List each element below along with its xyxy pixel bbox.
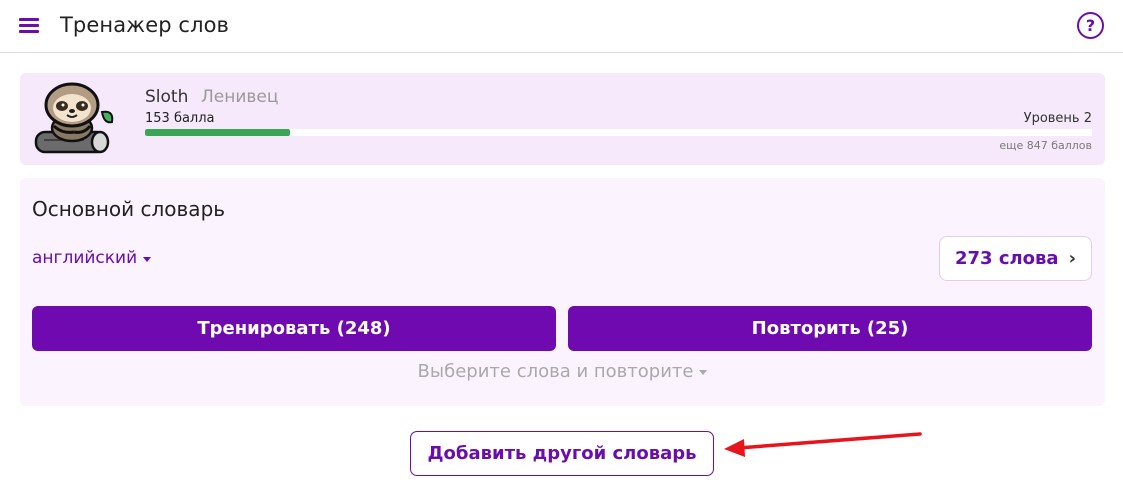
language-label: английский	[32, 248, 138, 268]
app-title: Тренажер слов	[60, 13, 230, 37]
train-button[interactable]: Тренировать (248)	[32, 306, 556, 351]
profile-card: Sloth Ленивец 153 балла Уровень 2 еще 84…	[20, 73, 1105, 165]
caret-down-icon	[699, 370, 708, 375]
level-progress-bar	[145, 129, 1092, 136]
chevron-right-icon: ›	[1068, 248, 1077, 269]
top-bar: Тренажер слов ?	[0, 0, 1123, 53]
words-count-label: 273 слова	[954, 248, 1059, 269]
dictionary-title: Основной словарь	[32, 197, 226, 221]
dictionary-card: Основной словарь английский 273 слова › …	[20, 178, 1105, 406]
add-dictionary-button[interactable]: Добавить другой словарь	[410, 431, 714, 476]
caret-down-icon	[143, 256, 152, 262]
help-icon[interactable]: ?	[1077, 12, 1104, 39]
level-progress-fill	[145, 129, 290, 136]
mascot-name-translation: Ленивец	[201, 87, 279, 107]
words-count-button[interactable]: 273 слова ›	[939, 236, 1092, 281]
annotation-arrow-icon	[724, 432, 922, 457]
select-words-repeat-dropdown[interactable]: Выберите слова и повторите	[20, 361, 1105, 382]
points-label: 153 балла	[145, 111, 215, 126]
language-dropdown[interactable]: английский	[32, 248, 152, 268]
level-label: Уровень 2	[1023, 111, 1092, 126]
select-words-repeat-label: Выберите слова и повторите	[417, 361, 694, 382]
repeat-button[interactable]: Повторить (25)	[568, 306, 1092, 351]
mascot-name: Sloth	[145, 87, 189, 107]
sloth-avatar-icon	[34, 82, 114, 154]
menu-icon[interactable]	[19, 16, 41, 36]
points-remaining: еще 847 баллов	[999, 139, 1092, 152]
